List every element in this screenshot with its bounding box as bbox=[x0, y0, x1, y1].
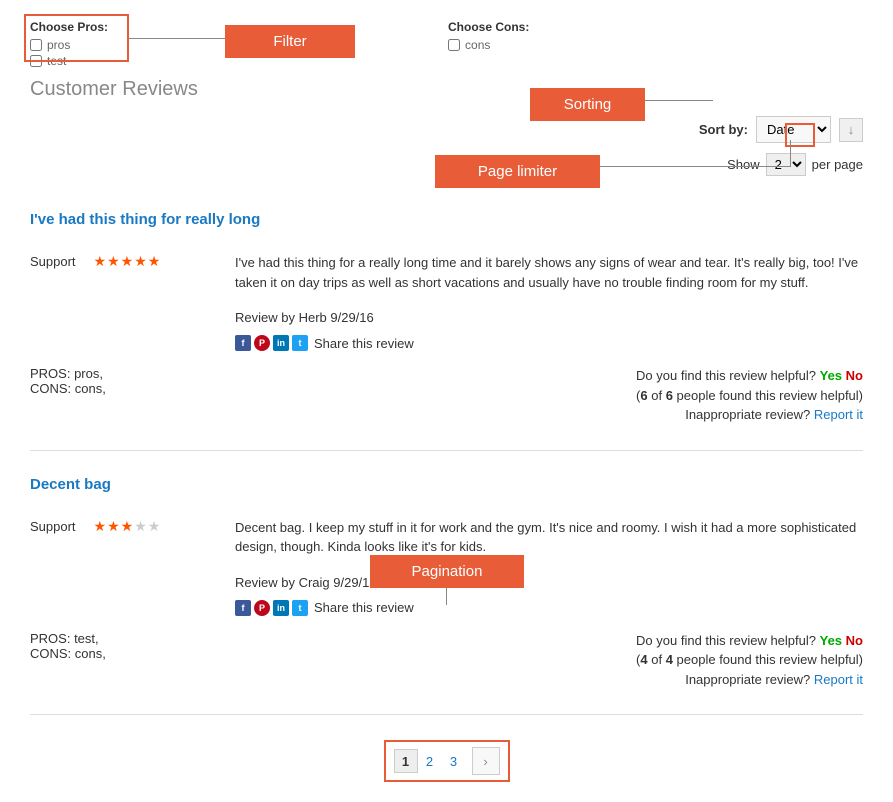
star-icon: ★ bbox=[134, 253, 147, 270]
callout-page-limiter: Page limiter bbox=[435, 155, 600, 188]
limiter-select[interactable]: 2 bbox=[766, 153, 806, 176]
annotation-line bbox=[600, 166, 790, 167]
cons-filter: Choose Cons: cons bbox=[448, 20, 529, 70]
social-icons: f P in t bbox=[235, 335, 308, 351]
filter-checkbox[interactable] bbox=[30, 55, 42, 67]
rating-label: Support bbox=[30, 519, 76, 534]
rating-label: Support bbox=[30, 254, 76, 269]
callout-sorting: Sorting bbox=[530, 88, 645, 121]
filter-item: pros bbox=[30, 38, 108, 52]
per-page-label: per page bbox=[812, 157, 863, 172]
sort-select[interactable]: Date bbox=[756, 116, 831, 143]
annotation-line bbox=[129, 38, 226, 39]
star-icon: ★ bbox=[107, 518, 120, 535]
show-label: Show bbox=[727, 157, 760, 172]
arrow-down-icon: ↓ bbox=[848, 122, 855, 137]
filter-checkbox[interactable] bbox=[448, 39, 460, 51]
helpful-question: Do you find this review helpful? bbox=[636, 633, 816, 648]
helpful-no[interactable]: No bbox=[846, 368, 863, 383]
pagination: 123 › bbox=[394, 747, 500, 775]
pros-cons: PROS: test, CONS: cons, bbox=[30, 631, 106, 690]
page-link[interactable]: 3 bbox=[442, 749, 466, 773]
filter-item: test bbox=[30, 54, 108, 68]
pros-filter-label: Choose Pros: bbox=[30, 20, 108, 34]
pros-text: PROS: pros, bbox=[30, 366, 106, 381]
helpful-block: Do you find this review helpful? Yes No … bbox=[636, 366, 863, 425]
star-icon: ★ bbox=[134, 518, 147, 535]
star-icon: ★ bbox=[148, 253, 161, 270]
filter-item-label: test bbox=[47, 54, 66, 68]
helpful-count: (6 of 6 people found this review helpful… bbox=[636, 386, 863, 406]
linkedin-icon[interactable]: in bbox=[273, 335, 289, 351]
pagination-outline: 123 › bbox=[384, 740, 510, 782]
cons-text: CONS: cons, bbox=[30, 381, 106, 396]
report-link[interactable]: Report it bbox=[814, 672, 863, 687]
star-icon: ★ bbox=[107, 253, 120, 270]
review-text: I've had this thing for a really long ti… bbox=[235, 253, 863, 292]
pros-text: PROS: test, bbox=[30, 631, 106, 646]
review-title[interactable]: Decent bag bbox=[30, 476, 863, 493]
star-icon: ★ bbox=[148, 518, 161, 535]
chevron-right-icon: › bbox=[483, 754, 487, 769]
facebook-icon[interactable]: f bbox=[235, 335, 251, 351]
facebook-icon[interactable]: f bbox=[235, 600, 251, 616]
review: I've had this thing for really long Supp… bbox=[30, 211, 863, 451]
helpful-question: Do you find this review helpful? bbox=[636, 368, 816, 383]
page-link[interactable]: 2 bbox=[418, 749, 442, 773]
annotation-line bbox=[446, 585, 447, 605]
star-icon: ★ bbox=[94, 518, 107, 535]
annotation-line bbox=[790, 140, 791, 167]
helpful-no[interactable]: No bbox=[846, 633, 863, 648]
linkedin-icon[interactable]: in bbox=[273, 600, 289, 616]
cons-text: CONS: cons, bbox=[30, 646, 106, 661]
rating-stars: ★★★★★ bbox=[94, 253, 161, 270]
review-text: Decent bag. I keep my stuff in it for wo… bbox=[235, 518, 863, 557]
share-label[interactable]: Share this review bbox=[314, 336, 414, 351]
sort-controls: Sort by: Date ↓ bbox=[30, 116, 863, 143]
sort-direction-button[interactable]: ↓ bbox=[839, 118, 863, 142]
review-byline: Review by Craig 9/29/16 bbox=[235, 575, 863, 590]
helpful-block: Do you find this review helpful? Yes No … bbox=[636, 631, 863, 690]
filter-item-label: cons bbox=[465, 38, 490, 52]
share-label[interactable]: Share this review bbox=[314, 600, 414, 615]
twitter-icon[interactable]: t bbox=[292, 600, 308, 616]
sort-label: Sort by: bbox=[699, 122, 748, 137]
review-title[interactable]: I've had this thing for really long bbox=[30, 211, 863, 228]
filter-item: cons bbox=[448, 38, 529, 52]
helpful-yes[interactable]: Yes bbox=[820, 633, 842, 648]
inappropriate-label: Inappropriate review? bbox=[685, 672, 810, 687]
cons-filter-label: Choose Cons: bbox=[448, 20, 529, 34]
pros-filter: Choose Pros: pros test bbox=[30, 20, 108, 70]
rating-stars: ★★★★★ bbox=[94, 518, 161, 535]
twitter-icon[interactable]: t bbox=[292, 335, 308, 351]
callout-filter: Filter bbox=[225, 25, 355, 58]
helpful-count: (4 of 4 people found this review helpful… bbox=[636, 650, 863, 670]
filter-item-label: pros bbox=[47, 38, 70, 52]
pinterest-icon[interactable]: P bbox=[254, 335, 270, 351]
section-title: Customer Reviews bbox=[30, 78, 863, 101]
annotation-line bbox=[645, 100, 713, 101]
star-icon: ★ bbox=[121, 518, 134, 535]
page-link[interactable]: 1 bbox=[394, 749, 418, 773]
review-byline: Review by Herb 9/29/16 bbox=[235, 310, 863, 325]
filter-checkbox[interactable] bbox=[30, 39, 42, 51]
helpful-yes[interactable]: Yes bbox=[820, 368, 842, 383]
filter-row: Choose Pros: pros test Choose Cons: cons bbox=[30, 20, 863, 70]
inappropriate-label: Inappropriate review? bbox=[685, 407, 810, 422]
callout-pagination: Pagination bbox=[370, 555, 524, 588]
star-icon: ★ bbox=[121, 253, 134, 270]
pinterest-icon[interactable]: P bbox=[254, 600, 270, 616]
pros-cons: PROS: pros, CONS: cons, bbox=[30, 366, 106, 425]
star-icon: ★ bbox=[94, 253, 107, 270]
page-next-button[interactable]: › bbox=[472, 747, 500, 775]
pagination-wrap: 123 › bbox=[30, 740, 863, 782]
report-link[interactable]: Report it bbox=[814, 407, 863, 422]
social-icons: f P in t bbox=[235, 600, 308, 616]
